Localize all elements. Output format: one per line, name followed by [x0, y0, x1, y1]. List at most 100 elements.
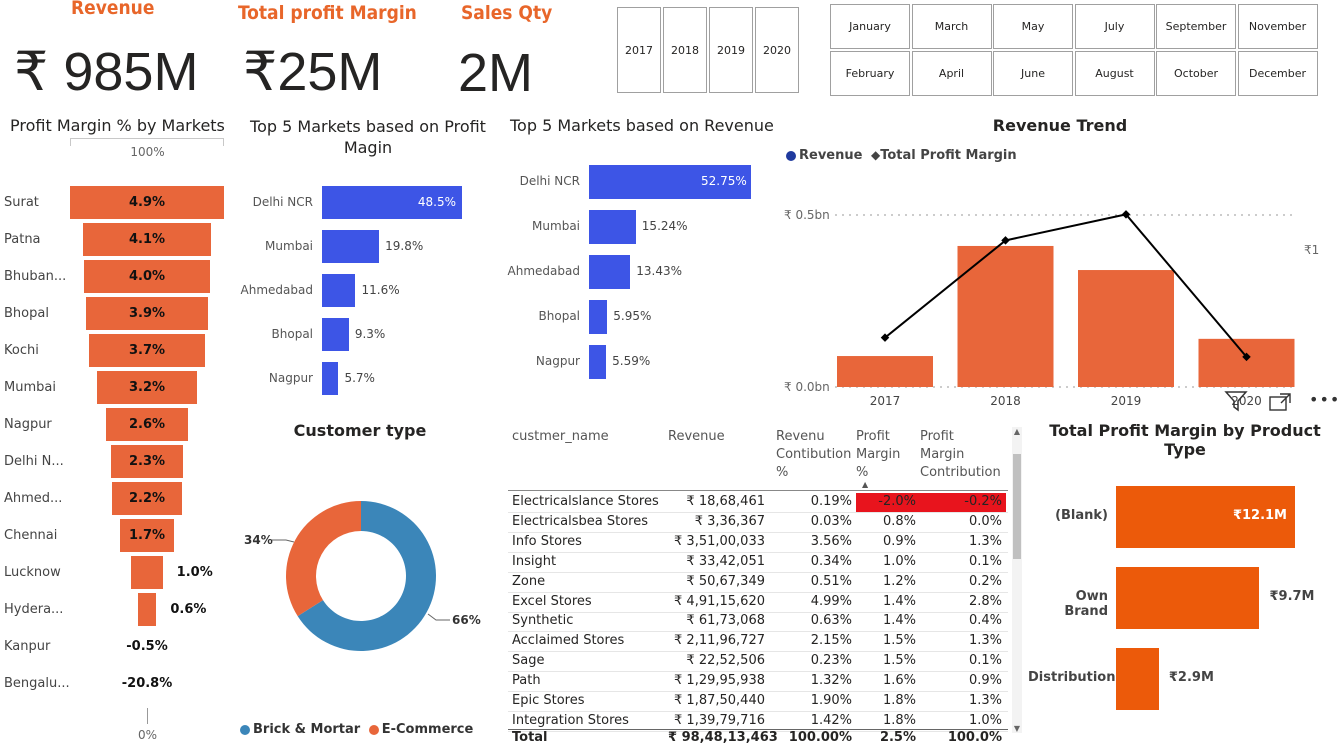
table-header-4[interactable]: Profit Margin Contribution [920, 428, 1002, 482]
funnel-market-label: Bengalu... [4, 676, 70, 691]
month-slicer-march[interactable]: March [911, 4, 992, 49]
year-slicer-2019[interactable]: 2019 [709, 7, 753, 93]
top5-profit-bar [322, 274, 356, 307]
table-cell: 0.1% [968, 553, 1002, 569]
table-total-cell: ₹ 98,48,13,463 [668, 730, 778, 745]
donut-leader-brick [427, 613, 450, 621]
funnel-market-label: Surat [4, 195, 39, 210]
top5-revenue-market-label: Nagpur [535, 354, 580, 368]
funnel-bottom-tick [147, 708, 148, 724]
funnel-value-label: 3.9% [128, 306, 166, 321]
table-header-2[interactable]: Revenu Contibution % [776, 428, 852, 482]
top5-revenue-value-label: 15.24% [641, 219, 688, 233]
table-cell: ₹ 3,51,00,033 [674, 533, 765, 549]
table-cell: 1.3% [968, 633, 1002, 649]
table-cell: ₹ 33,42,051 [686, 553, 765, 569]
year-slicer-2018[interactable]: 2018 [663, 7, 707, 93]
table-cell: ₹ 1,87,50,440 [674, 693, 765, 708]
brick-legend-label: Brick & Mortar [253, 722, 361, 737]
top5-revenue-value-label: 5.59% [612, 354, 651, 368]
top5-profit-title: Top 5 Markets based on Profit Magin [250, 117, 486, 157]
table-cell: 1.8% [882, 712, 916, 728]
trend-bar-2019 [1078, 270, 1174, 387]
funnel-market-label: Patna [4, 232, 41, 247]
table-header-3[interactable]: Profit Margin % [856, 428, 916, 482]
more-options-icon[interactable]: ••• [1309, 390, 1340, 409]
table-scrollbar-thumb[interactable] [1013, 454, 1021, 559]
table-cell: Info Stores [512, 533, 582, 549]
table-cell: 4.99% [810, 593, 852, 609]
month-slicer-november[interactable]: November [1237, 4, 1318, 49]
customer-type-donut: 66% 34% [244, 501, 481, 651]
month-slicer-january[interactable]: January [830, 4, 910, 49]
month-slicer-april[interactable]: April [911, 51, 992, 96]
revenue-kpi-title: Revenue [71, 0, 155, 19]
top5-profit-value-label: 11.6% [361, 282, 400, 297]
table-cell: 0.4% [968, 613, 1002, 629]
month-slicer-february[interactable]: February [830, 51, 910, 96]
funnel-value-label: 3.2% [128, 380, 166, 395]
product-type-label: (Blank) [1055, 508, 1108, 523]
scroll-up-icon[interactable]: ▲ [1012, 427, 1022, 436]
table-scrollbar[interactable]: ▲ ▼ [1012, 427, 1022, 733]
revenue-kpi-value: ₹ 985M [14, 42, 199, 102]
table-cell: ₹ 1,29,95,938 [674, 673, 765, 689]
top5-revenue-bar [589, 300, 608, 334]
top5-revenue-market-label: Ahmedabad [507, 264, 580, 278]
table-row-divider [508, 691, 1008, 693]
table-total-cell: 100.0% [947, 730, 1002, 745]
table-cell: Sage [512, 653, 545, 669]
revenue-legend-dot [786, 150, 796, 161]
sort-descending-icon: ▲ [862, 480, 869, 489]
year-slicer-2020[interactable]: 2020 [755, 7, 799, 93]
top5-profit-bar [322, 318, 349, 351]
table-cell: Path [512, 673, 541, 689]
month-slicer-august[interactable]: August [1074, 51, 1155, 96]
month-slicer-september[interactable]: September [1156, 4, 1236, 49]
table-cell: 1.5% [882, 633, 916, 649]
sales-qty-kpi-value: 2M [458, 43, 534, 103]
funnel-value-label: -0.5% [126, 639, 168, 654]
funnel-market-label: Bhopal [4, 306, 49, 321]
top5-revenue-title: Top 5 Markets based on Revenue [510, 116, 774, 135]
brick-legend-dot [240, 724, 250, 735]
funnel-value-label: 2.6% [128, 417, 166, 432]
funnel-market-label: Mumbai [4, 380, 56, 395]
month-slicer-december[interactable]: December [1237, 51, 1318, 96]
filter-icon[interactable] [1224, 390, 1248, 417]
table-row-divider [508, 571, 1008, 573]
top5-revenue-market-label: Bhopal [538, 309, 580, 323]
funnel-top-label: 100% [130, 145, 165, 159]
table-cell: 1.42% [810, 712, 852, 728]
sales-qty-kpi-title: Sales Qty [461, 2, 553, 24]
table-header-1[interactable]: Revenue [668, 428, 765, 446]
scroll-down-icon[interactable]: ▼ [1012, 724, 1022, 733]
product-type-value: ₹12.1M [1232, 508, 1287, 523]
table-cell: 0.1% [968, 653, 1002, 669]
funnel-value-label: 1.0% [176, 565, 213, 580]
month-slicer-may[interactable]: May [993, 4, 1073, 49]
year-slicer-2017[interactable]: 2017 [617, 7, 661, 93]
product-type-label: Distribution [1028, 670, 1116, 685]
trend-x-label: 2019 [1111, 394, 1142, 408]
product-type-title: Total Profit Margin by Product Type [1049, 421, 1321, 459]
table-cell: 0.2% [968, 573, 1002, 589]
month-slicer-june[interactable]: June [993, 51, 1073, 96]
table-header-0[interactable]: custmer_name [512, 428, 662, 446]
month-slicer-july[interactable]: July [1074, 4, 1155, 49]
donut-label-brick: 66% [452, 613, 481, 627]
focus-mode-icon[interactable] [1268, 392, 1292, 416]
trend-y-top-label: ₹ 0.5bn [784, 208, 830, 222]
product-type-label: Own Brand [1064, 589, 1108, 619]
diamond-icon: ◆ [870, 148, 881, 162]
funnel-market-label: Ahmed... [4, 491, 63, 506]
table-cell: ₹ 50,67,349 [686, 573, 765, 589]
table-cell: 2.8% [968, 593, 1002, 609]
table-cell: 0.23% [810, 653, 852, 669]
trend-x-label: 2018 [990, 394, 1021, 408]
table-row-divider [508, 651, 1008, 653]
top5-profit-market-label: Mumbai [265, 238, 313, 253]
table-cell: ₹ 1,39,79,716 [674, 712, 765, 728]
month-slicer-october[interactable]: October [1156, 51, 1236, 96]
table-cell: Integration Stores [512, 712, 629, 728]
